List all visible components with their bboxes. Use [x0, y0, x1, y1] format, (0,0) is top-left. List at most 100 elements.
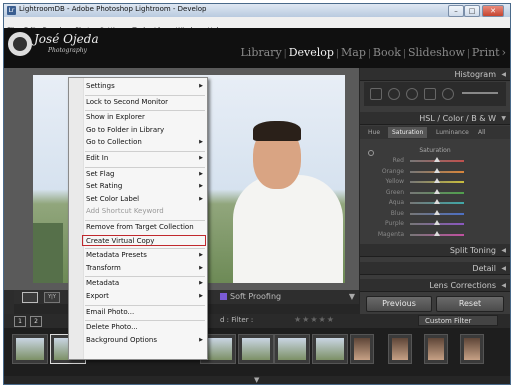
menu-item-email-photo[interactable]: Email Photo...	[83, 307, 207, 318]
module-slideshow[interactable]: Slideshow	[408, 46, 465, 59]
module-map[interactable]: Map	[341, 46, 366, 59]
custom-filter-dropdown[interactable]: Custom Filter	[418, 315, 498, 326]
menu-separator	[85, 276, 205, 278]
filmstrip-thumbnail[interactable]	[312, 334, 348, 364]
tab-luminance[interactable]: Luminance	[436, 127, 469, 138]
saturation-slider-label: Blue	[390, 209, 404, 217]
soft-proofing-checkbox[interactable]	[220, 293, 227, 300]
module-develop[interactable]: Develop	[289, 46, 334, 59]
spot-removal-icon[interactable]	[388, 88, 400, 100]
reset-button[interactable]: Reset	[436, 296, 504, 312]
thumbnail-image	[316, 338, 344, 360]
menu-item-set-color-label[interactable]: Set Color Label ▶	[83, 194, 207, 205]
saturation-slider-purple[interactable]: Purple	[360, 219, 510, 229]
before-after-button[interactable]: Y|Y	[44, 292, 60, 303]
filter-label: d : Filter :	[220, 316, 254, 324]
module-book[interactable]: Book	[373, 46, 401, 59]
saturation-slider-label: Yellow	[385, 178, 404, 185]
saturation-slider-thumb[interactable]	[434, 178, 440, 183]
detail-header[interactable]: Detail ◀	[360, 262, 510, 275]
menu-item-metadata-presets[interactable]: Metadata Presets ▶	[83, 250, 207, 261]
saturation-slider-thumb[interactable]	[434, 188, 440, 194]
main-window-button[interactable]: 1	[14, 316, 26, 327]
close-button[interactable]: ✕	[482, 5, 504, 17]
saturation-slider-track[interactable]	[410, 209, 464, 215]
tab-saturation[interactable]: Saturation	[388, 127, 428, 138]
menu-item-label: Go to Folder in Library	[86, 125, 165, 134]
saturation-slider-label: Orange	[381, 167, 404, 175]
loupe-view-button[interactable]	[22, 292, 38, 303]
saturation-slider-magenta[interactable]: Magenta	[360, 230, 510, 240]
red-eye-icon[interactable]	[406, 88, 418, 100]
minimize-button[interactable]: –	[448, 5, 464, 17]
menu-item-background-options[interactable]: Background Options ▶	[83, 335, 207, 346]
radial-filter-icon[interactable]	[442, 88, 454, 100]
saturation-slider-thumb[interactable]	[434, 157, 440, 162]
crop-grid-icon[interactable]	[370, 88, 382, 100]
menu-item-settings[interactable]: Settings ▶	[83, 81, 207, 92]
saturation-slider-blue[interactable]: Blue	[360, 209, 510, 219]
saturation-slider-track[interactable]	[410, 188, 464, 194]
filmstrip-thumbnail[interactable]	[460, 334, 484, 364]
menu-item-label: Settings	[86, 82, 115, 90]
saturation-slider-thumb[interactable]	[434, 209, 440, 215]
histogram-header[interactable]: Histogram ◀	[360, 68, 510, 81]
menu-item-create-virtual-copy[interactable]: Create Virtual Copy	[82, 234, 206, 246]
split-toning-title: Split Toning	[449, 246, 496, 255]
collapse-triangle-icon: ◀	[501, 265, 506, 272]
menu-item-set-flag[interactable]: Set Flag ▶	[83, 169, 207, 180]
menu-item-go-to-folder-in-library[interactable]: Go to Folder in Library	[83, 125, 207, 136]
module-library[interactable]: Library	[241, 46, 282, 59]
saturation-slider-green[interactable]: Green	[360, 188, 510, 198]
saturation-slider-yellow[interactable]: Yellow	[360, 177, 510, 187]
filmstrip-thumbnail[interactable]	[238, 334, 274, 364]
more-modules-arrow-icon[interactable]: ›	[500, 46, 506, 59]
menu-item-transform[interactable]: Transform ▶	[83, 263, 207, 274]
menu-item-export[interactable]: Export ▶	[83, 291, 207, 302]
menu-item-metadata[interactable]: Metadata ▶	[83, 278, 207, 289]
menu-item-delete-photo[interactable]: Delete Photo...	[83, 322, 207, 333]
lens-corrections-title: Lens Corrections	[429, 281, 496, 290]
filmstrip-thumbnail[interactable]	[274, 334, 310, 364]
hsl-header[interactable]: HSL / Color / B & W ▼	[360, 112, 510, 125]
menu-item-show-in-explorer[interactable]: Show in Explorer	[83, 112, 207, 123]
lens-corrections-header[interactable]: Lens Corrections ◀	[360, 279, 510, 292]
saturation-slider-track[interactable]	[410, 178, 464, 183]
saturation-slider-red[interactable]: Red	[360, 156, 510, 166]
menu-item-go-to-collection[interactable]: Go to Collection ▶	[83, 137, 207, 148]
rating-filter-stars[interactable]: ★★★★★	[294, 315, 335, 324]
saturation-slider-thumb[interactable]	[434, 167, 440, 173]
filmstrip-thumbnail[interactable]	[388, 334, 412, 364]
saturation-slider-thumb[interactable]	[434, 199, 440, 204]
module-print[interactable]: Print	[472, 46, 500, 59]
saturation-slider-track[interactable]	[410, 167, 464, 173]
saturation-slider-orange[interactable]: Orange	[360, 167, 510, 177]
tab-all[interactable]: All	[478, 127, 485, 138]
split-toning-header[interactable]: Split Toning ◀	[360, 244, 510, 257]
menu-item-remove-from-target-collection[interactable]: Remove from Target Collection	[83, 222, 207, 233]
bottom-panel-triangle-icon[interactable]: ▼	[254, 376, 259, 384]
tab-hue[interactable]: Hue	[368, 127, 380, 138]
saturation-slider-thumb[interactable]	[434, 230, 440, 236]
graduated-filter-icon[interactable]	[424, 88, 436, 100]
saturation-slider-track[interactable]	[410, 220, 464, 225]
saturation-slider-track[interactable]	[410, 157, 464, 162]
soft-proofing-label: Soft Proofing	[230, 292, 282, 301]
filmstrip-thumbnail[interactable]	[424, 334, 448, 364]
saturation-slider-track[interactable]	[410, 230, 464, 236]
menu-item-label: Add Shortcut Keyword	[86, 207, 164, 216]
menu-item-label: Remove from Target Collection	[86, 223, 194, 231]
saturation-slider-aqua[interactable]: Aqua	[360, 198, 510, 208]
menu-item-set-rating[interactable]: Set Rating ▶	[83, 181, 207, 192]
filmstrip-thumbnail[interactable]	[12, 334, 48, 364]
menu-item-edit-in[interactable]: Edit In ▶	[83, 153, 207, 164]
toolbar-options-chevron-icon[interactable]: ▼	[349, 292, 355, 301]
saturation-slider-track[interactable]	[410, 199, 464, 204]
previous-button[interactable]: Previous	[366, 296, 432, 312]
second-window-button[interactable]: 2	[30, 316, 42, 327]
filmstrip-thumbnail[interactable]	[350, 334, 374, 364]
menu-item-lock-to-second-monitor[interactable]: Lock to Second Monitor	[83, 97, 207, 108]
maximize-button[interactable]: □	[464, 5, 480, 17]
adjustment-brush-slider[interactable]	[462, 92, 498, 94]
saturation-slider-thumb[interactable]	[434, 220, 440, 225]
